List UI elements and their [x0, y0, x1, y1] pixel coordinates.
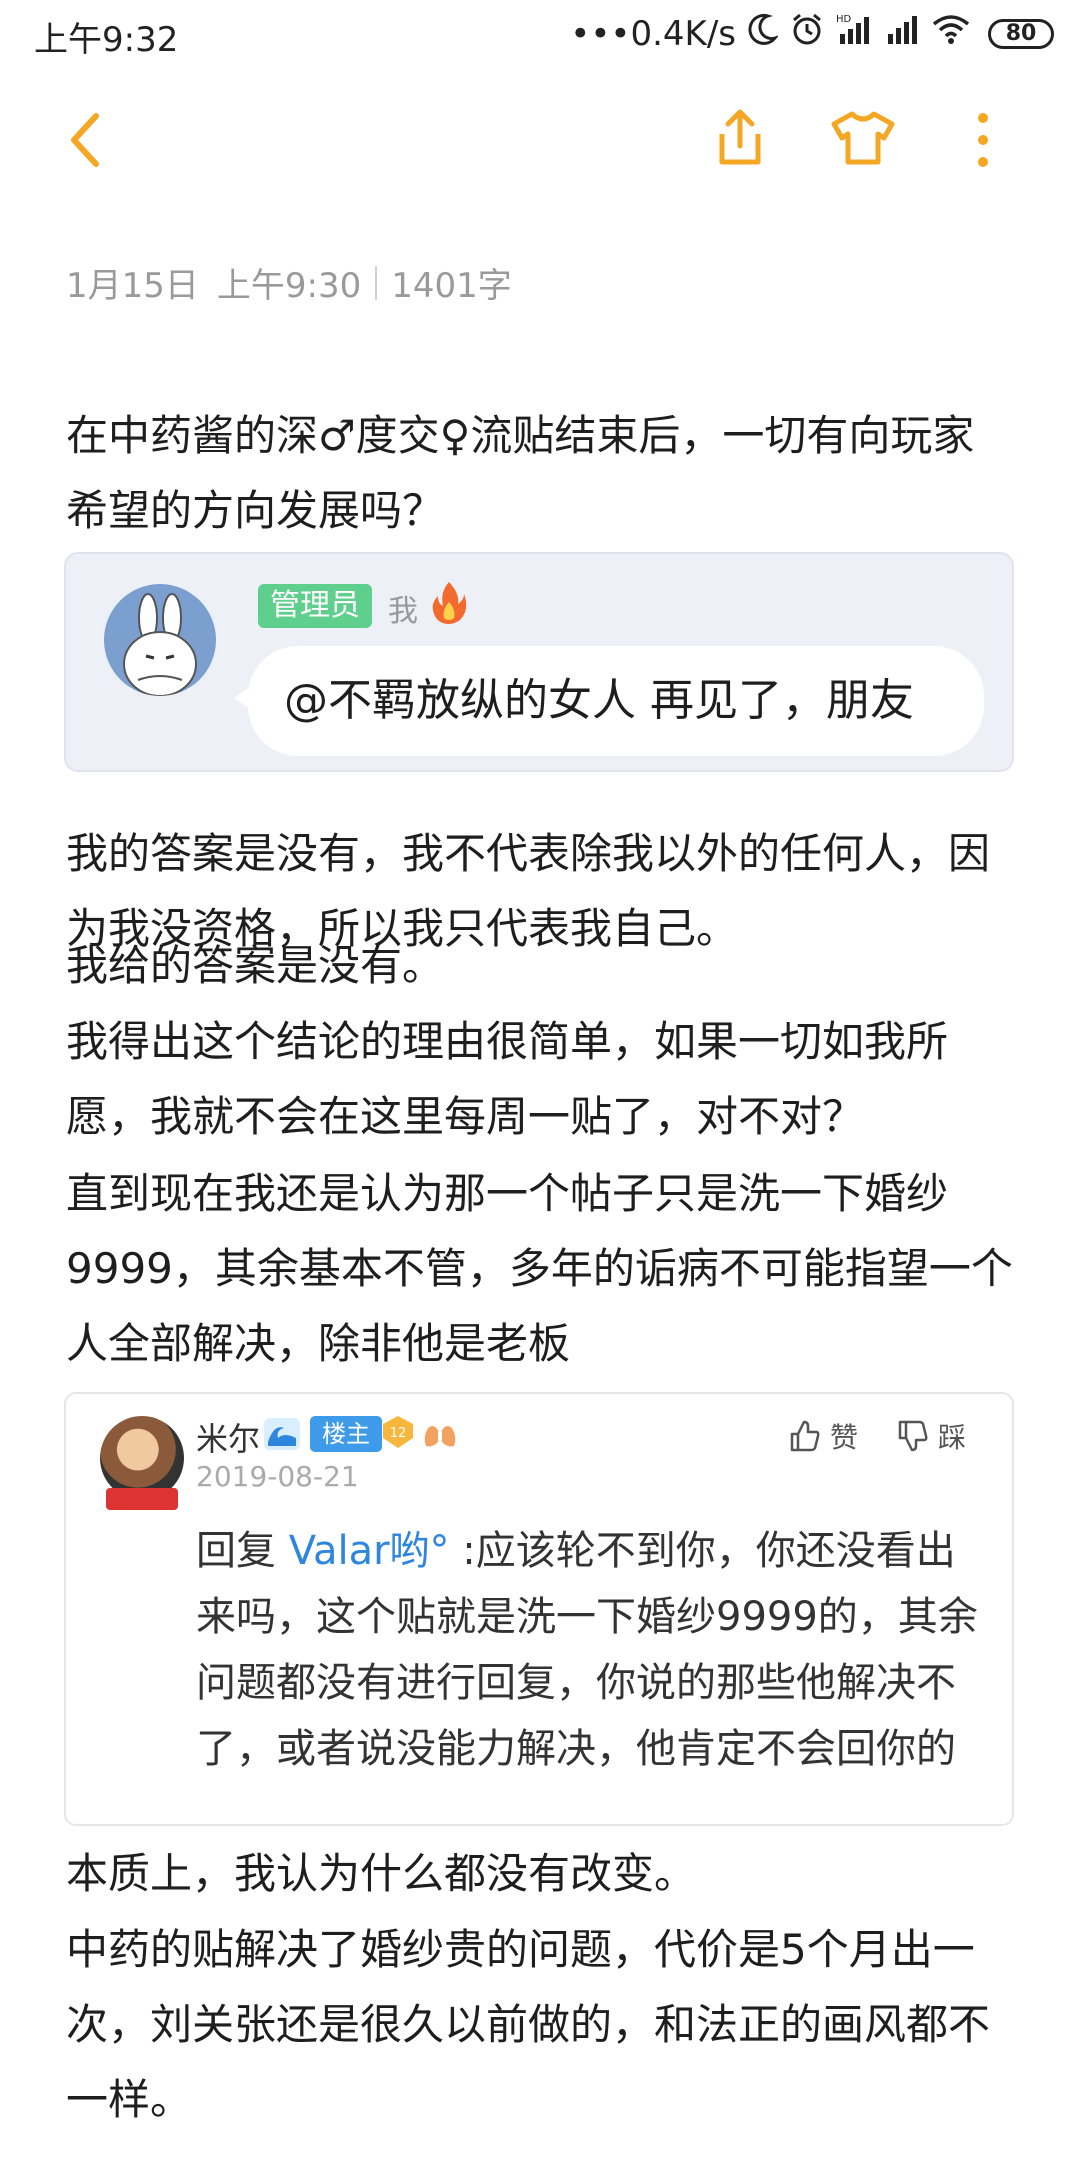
like-label: 赞: [830, 1421, 859, 1454]
thumbs-up-icon: [790, 1420, 820, 1452]
thumbs-down-icon: [898, 1420, 928, 1452]
battery-icon: 80: [988, 18, 1054, 49]
wave-icon: [262, 1414, 302, 1458]
post-meta: 1月15日 上午9:30 1401字: [66, 258, 512, 307]
user-mention-link[interactable]: Valar哟°: [289, 1528, 450, 1574]
avatar: [104, 584, 216, 696]
paragraph-reason: 我得出这个结论的理由很简单，如果一切如我所愿，我就不会在这里每周一贴了，对不对？: [66, 1017, 949, 1141]
share-icon[interactable]: [712, 106, 768, 174]
svg-text:HD: HD: [836, 14, 852, 25]
paragraph-intro: 在中药酱的深♂度交♀流贴结束后，一切有向玩家希望的方向发展吗？: [66, 411, 975, 535]
meta-divider: [375, 265, 378, 300]
status-bar: 上午9:32 •••0.4K/s HD 80: [0, 0, 1080, 70]
paragraph-answer-short: 我给的答案是没有。: [66, 941, 445, 990]
paragraph-opinion: 直到现在我还是认为那一个帖子只是洗一下婚纱9999，其余基本不管，多年的诟病不可…: [66, 1169, 1013, 1368]
admin-badge: 管理员: [258, 584, 372, 628]
post-date: 1月15日: [66, 266, 199, 306]
moon-icon: [748, 12, 780, 55]
status-icons: •••0.4K/s HD 80: [570, 12, 1054, 55]
reply-body: 回复 Valar哟° :应该轮不到你，你还没看出来吗，这个贴就是洗一下婚纱999…: [196, 1518, 986, 1782]
reply-date: 2019-08-21: [196, 1460, 359, 1493]
avatar-tag: [106, 1488, 178, 1510]
svg-text:12: 12: [390, 1426, 407, 1441]
more-icon[interactable]: [976, 110, 990, 174]
user-name: 米尔: [196, 1420, 261, 1458]
chat-bubble: @不羁放纵的女人 再见了，朋友: [248, 646, 984, 756]
level-badge-icon: 12: [380, 1414, 416, 1454]
hd-signal-icon: HD: [836, 12, 874, 55]
fire-icon: [430, 580, 468, 628]
post-time: 上午9:30: [216, 266, 362, 306]
reply-prefix: 回复: [196, 1528, 289, 1574]
wifi-icon: [932, 12, 970, 55]
quoted-reply-card: 米尔 楼主 12 2019-08-21 赞 踩 回复 Valar哟° :应该轮不…: [64, 1392, 1014, 1826]
signal-icon: [886, 12, 920, 55]
dislike-button[interactable]: 踩: [898, 1416, 966, 1456]
top-toolbar: [0, 100, 1080, 180]
lungs-icon: [422, 1416, 458, 1454]
paragraph-conclusion: 本质上，我认为什么都没有改变。: [66, 1849, 697, 1898]
dislike-label: 踩: [938, 1421, 967, 1454]
me-label: 我: [388, 594, 418, 629]
status-time: 上午9:32: [34, 20, 179, 60]
word-count: 1401字: [391, 266, 512, 306]
like-button[interactable]: 赞: [790, 1416, 858, 1456]
paragraph-detail: 中药的贴解决了婚纱贵的问题，代价是5个月出一次，刘关张还是很久以前做的，和法正的…: [66, 1925, 991, 2124]
alarm-icon: [790, 12, 824, 55]
shirt-icon[interactable]: [830, 110, 896, 170]
op-badge: 楼主: [310, 1416, 382, 1452]
back-icon[interactable]: [66, 110, 102, 174]
network-speed: •••0.4K/s: [570, 13, 736, 54]
chat-screenshot-card: 管理员 我 @不羁放纵的女人 再见了，朋友: [64, 552, 1014, 772]
